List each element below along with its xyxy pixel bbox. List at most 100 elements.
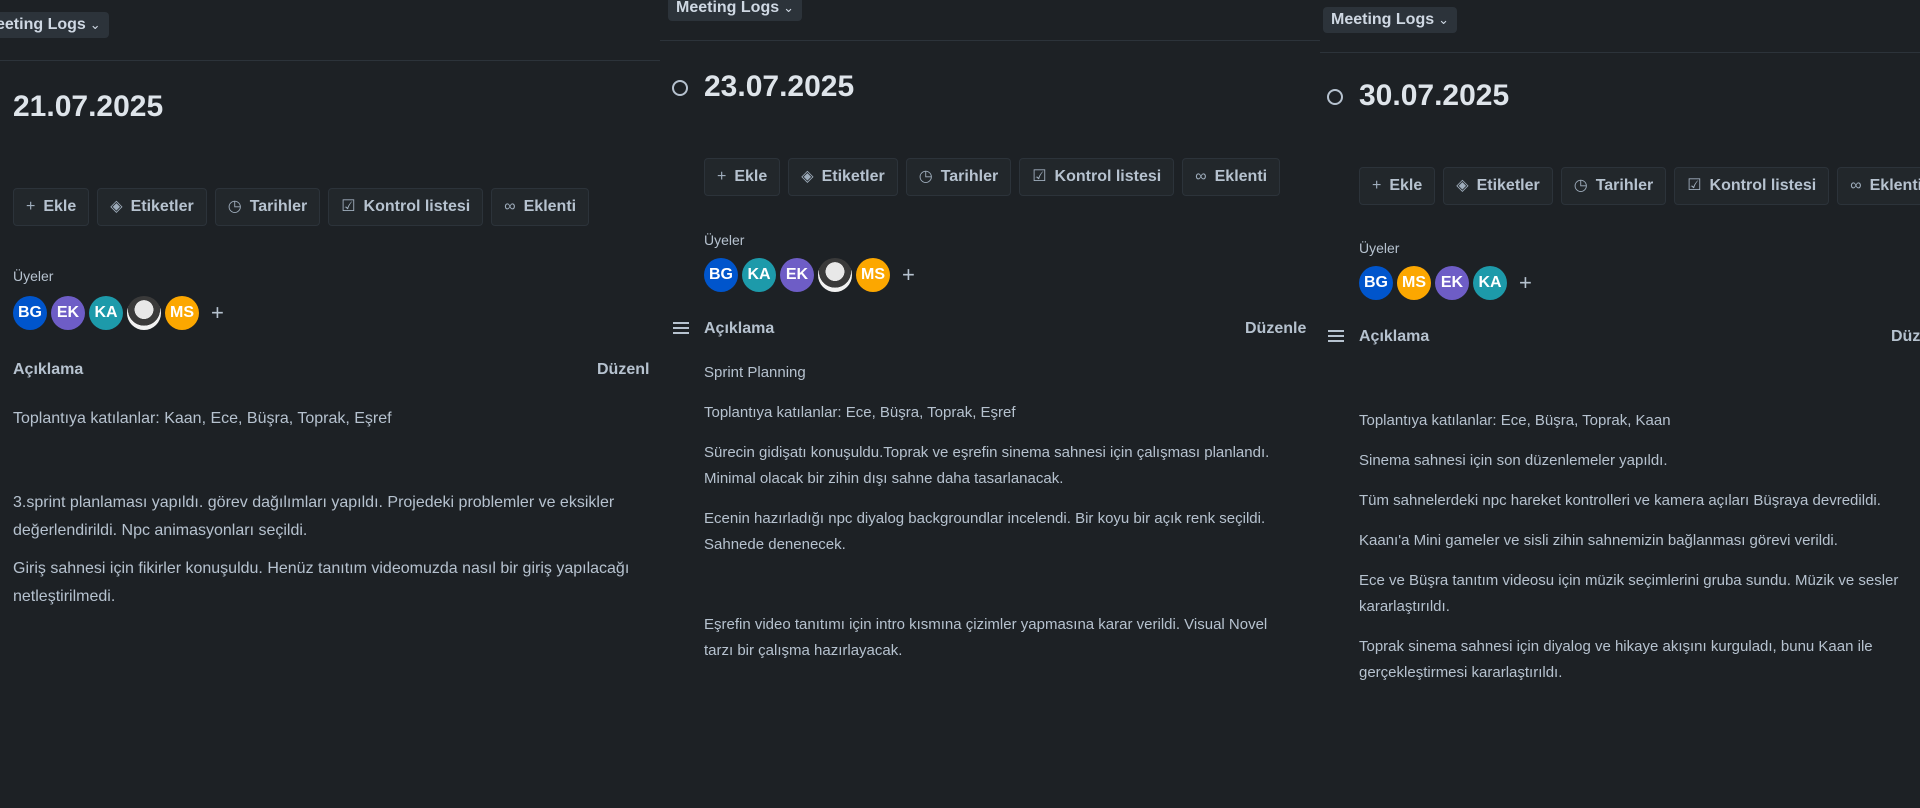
- labels-button[interactable]: ◈ Etiketler: [97, 188, 207, 226]
- breadcrumb-label: Meeting Logs: [676, 0, 780, 16]
- description-paragraph: Ece ve Büşra tanıtım videosu için müzik …: [1359, 572, 1899, 615]
- description-heading: Açıklama: [13, 361, 84, 378]
- attachment-button[interactable]: ∞ Eklenti: [1837, 167, 1920, 205]
- description-paragraph: Ecenin hazırladığı npc diyalog backgroun…: [704, 510, 1266, 553]
- avatar[interactable]: BG: [13, 296, 47, 330]
- members-label: Üyeler: [704, 232, 745, 248]
- add-button[interactable]: + Ekle: [704, 158, 781, 196]
- card-title[interactable]: 21.07.2025: [13, 90, 163, 124]
- card-title[interactable]: 30.07.2025: [1359, 79, 1509, 113]
- add-button-label: Ekle: [1389, 177, 1423, 194]
- description-paragraph: Sprint Planning: [704, 364, 806, 381]
- dates-button[interactable]: ◷ Tarihler: [1560, 167, 1667, 205]
- description-body: Sprint Planning Toplantıya katılanlar: E…: [704, 360, 1279, 664]
- chevron-down-icon: ⌄: [783, 0, 795, 15]
- checklist-icon: ☑: [1032, 168, 1047, 185]
- edit-button[interactable]: Düzenl: [597, 361, 649, 379]
- description-paragraph: Toplantıya katılanlar: Ece, Büşra, Topra…: [1359, 412, 1671, 429]
- avatar[interactable]: MS: [165, 296, 199, 330]
- attachment-button[interactable]: ∞ Eklenti: [1182, 158, 1281, 196]
- add-member-icon[interactable]: +: [902, 262, 915, 288]
- avatar[interactable]: MS: [856, 258, 890, 292]
- complete-toggle-icon[interactable]: [672, 80, 688, 96]
- list-breadcrumb-button[interactable]: Meeting Logs ⌄: [1323, 7, 1458, 33]
- description-paragraph: Toplantıya katılanlar: Ece, Büşra, Topra…: [704, 404, 1016, 421]
- description-heading: Açıklama: [704, 320, 775, 337]
- add-button-label: Ekle: [734, 168, 768, 185]
- avatar[interactable]: KA: [742, 258, 776, 292]
- add-button[interactable]: + Ekle: [1359, 167, 1436, 205]
- description-paragraph: 3.sprint planlaması yapıldı. görev dağıl…: [13, 494, 615, 539]
- plus-icon: +: [26, 198, 36, 215]
- avatar[interactable]: MS: [1397, 266, 1431, 300]
- card-title[interactable]: 23.07.2025: [704, 70, 854, 104]
- checklist-button-label: Kontrol listesi: [363, 198, 471, 215]
- avatar[interactable]: EK: [1435, 266, 1469, 300]
- checklist-icon: ☑: [1687, 177, 1702, 194]
- dates-button-label: Tarihler: [940, 168, 999, 185]
- description-paragraph: Sürecin gidişatı konuşuldu.Toprak ve eşr…: [704, 444, 1270, 487]
- avatar[interactable]: BG: [1359, 266, 1393, 300]
- labels-button-label: Etiketler: [821, 168, 885, 185]
- description-icon: [673, 322, 689, 334]
- avatar-photo[interactable]: [818, 258, 852, 292]
- avatar[interactable]: KA: [89, 296, 123, 330]
- edit-button[interactable]: Düz: [1891, 328, 1920, 346]
- description-icon: [1328, 330, 1344, 342]
- plus-icon: +: [717, 168, 727, 185]
- attachment-button-label: Eklenti: [523, 198, 577, 215]
- checklist-button-label: Kontrol listesi: [1054, 168, 1162, 185]
- avatar[interactable]: BG: [704, 258, 738, 292]
- description-paragraph: Toprak sinema sahnesi için diyalog ve hi…: [1359, 638, 1873, 681]
- description-body: Toplantıya katılanlar: Ece, Büşra, Topra…: [1359, 408, 1914, 686]
- description-paragraph: Sinema sahnesi için son düzenlemeler yap…: [1359, 452, 1668, 469]
- checklist-button-label: Kontrol listesi: [1709, 177, 1817, 194]
- breadcrumb-label: Meeting Logs: [1331, 11, 1435, 28]
- avatar[interactable]: KA: [1473, 266, 1507, 300]
- card-panel-21-07: eeting Logs ⌄ 21.07.2025 + Ekle ◈ Etiketler…: [0, 0, 660, 808]
- avatar[interactable]: EK: [51, 296, 85, 330]
- edit-button[interactable]: Düzenle: [1245, 320, 1306, 338]
- checklist-button[interactable]: ☑ Kontrol listesi: [328, 188, 484, 226]
- tag-icon: ◈: [1456, 177, 1469, 194]
- labels-button-label: Etiketler: [1476, 177, 1540, 194]
- checklist-button[interactable]: ☑ Kontrol listesi: [1674, 167, 1830, 205]
- action-bar: + Ekle ◈ Etiketler ◷ Tarihler ☑ Kontrol list…: [704, 158, 1281, 196]
- members-label: Üyeler: [13, 268, 54, 284]
- attachment-button-label: Eklenti: [1869, 177, 1920, 194]
- description-paragraph: Toplantıya katılanlar: Kaan, Ece, Büşra,…: [13, 410, 392, 427]
- attachment-button[interactable]: ∞ Eklenti: [491, 188, 590, 226]
- description-spacer: [704, 558, 1279, 598]
- description-paragraph: Tüm sahnelerdeki npc hareket kontrolleri…: [1359, 492, 1881, 509]
- members-list: BG KA EK MS +: [704, 258, 915, 292]
- labels-button[interactable]: ◈ Etiketler: [1443, 167, 1553, 205]
- clock-icon: ◷: [1573, 177, 1588, 194]
- list-breadcrumb-button[interactable]: Meeting Logs ⌄: [668, 0, 803, 21]
- description-body: Toplantıya katılanlar: Kaan, Ece, Büşra,…: [13, 405, 653, 611]
- checklist-button[interactable]: ☑ Kontrol listesi: [1019, 158, 1175, 196]
- description-paragraph: Giriş sahnesi için fikirler konuşuldu. H…: [13, 560, 630, 605]
- description-heading: Açıklama: [1359, 328, 1430, 345]
- description-paragraph: Eşrefin video tanıtımı için intro kısmın…: [704, 616, 1268, 659]
- complete-toggle-icon[interactable]: [1327, 89, 1343, 105]
- chevron-down-icon: ⌄: [89, 17, 101, 32]
- dates-button[interactable]: ◷ Tarihler: [214, 188, 321, 226]
- tag-icon: ◈: [110, 198, 123, 215]
- dates-button[interactable]: ◷ Tarihler: [905, 158, 1012, 196]
- description-spacer: [13, 433, 653, 489]
- description-paragraph: Kaanı'a Mini gameler ve sisli zihin sahn…: [1359, 532, 1838, 549]
- dates-button-label: Tarihler: [1595, 177, 1654, 194]
- clock-icon: ◷: [918, 168, 933, 185]
- card-panel-23-07: Meeting Logs ⌄ 23.07.2025 + Ekle ◈ Etiketle…: [660, 0, 1320, 808]
- attachment-button-label: Eklenti: [1214, 168, 1268, 185]
- list-breadcrumb-button[interactable]: eeting Logs ⌄: [0, 12, 109, 38]
- labels-button[interactable]: ◈ Etiketler: [788, 158, 898, 196]
- paperclip-icon: ∞: [1195, 168, 1207, 185]
- avatar-photo[interactable]: [127, 296, 161, 330]
- avatar[interactable]: EK: [780, 258, 814, 292]
- add-button[interactable]: + Ekle: [13, 188, 90, 226]
- add-member-icon[interactable]: +: [1519, 270, 1532, 296]
- dates-button-label: Tarihler: [249, 198, 308, 215]
- action-bar: + Ekle ◈ Etiketler ◷ Tarihler ☑ Kontrol list…: [13, 188, 590, 226]
- add-member-icon[interactable]: +: [211, 300, 224, 326]
